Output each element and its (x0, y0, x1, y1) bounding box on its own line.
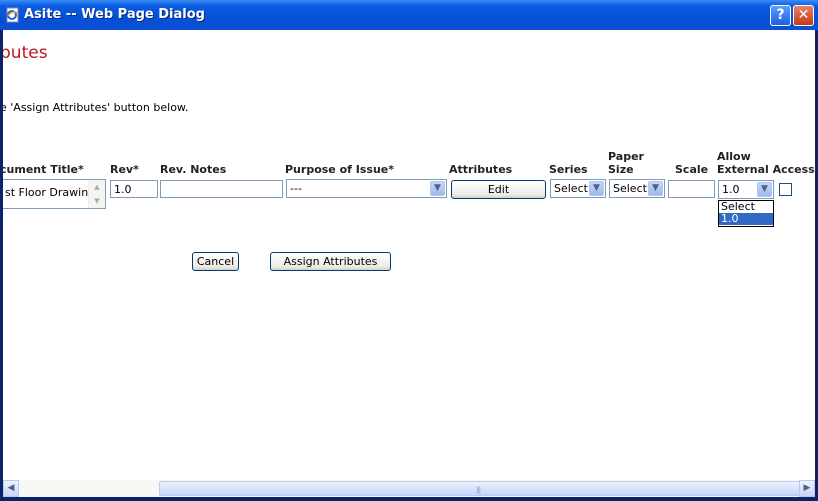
chevron-down-icon[interactable]: ▼ (430, 181, 445, 196)
scroll-thumb[interactable]: ||| (159, 481, 807, 496)
header-document-title: cument Title* (3, 163, 84, 176)
scale-input[interactable] (668, 180, 715, 198)
document-title-textarea[interactable]: st Floor Drawing ▲ ▼ (3, 179, 106, 209)
header-paper-size-line1: Paper (608, 150, 644, 163)
close-button[interactable]: ✕ (793, 5, 814, 26)
textarea-scrollbar[interactable]: ▲ ▼ (88, 180, 105, 208)
ie-page-icon (6, 7, 19, 23)
header-allow-line2: External Access (717, 163, 815, 176)
header-paper-size-line2: Size (608, 163, 634, 176)
assign-attributes-button[interactable]: Assign Attributes (270, 252, 391, 271)
chevron-down-icon[interactable]: ▼ (648, 181, 663, 196)
header-allow-external-access: Allow External Access (717, 150, 815, 176)
allow-value: 1.0 (722, 183, 740, 196)
chevron-down-icon[interactable]: ▼ (757, 182, 772, 197)
paper-size-value: Select (613, 182, 647, 195)
window-title: Asite -- Web Page Dialog (24, 7, 205, 22)
header-allow-line1: Allow (717, 150, 751, 163)
header-rev-notes: Rev. Notes (160, 163, 227, 176)
instruction-text: e 'Assign Attributes' button below. (3, 101, 189, 114)
window-frame (0, 497, 818, 501)
allow-external-access-select[interactable]: 1.0 ▼ (718, 180, 774, 199)
allow-dropdown-list[interactable]: Select 1.0 (718, 200, 774, 227)
purpose-of-issue-select[interactable]: --- ▼ (286, 179, 447, 198)
purpose-value: --- (290, 182, 302, 195)
allow-external-access-checkbox[interactable] (779, 183, 792, 196)
document-title-value: st Floor Drawing (5, 186, 96, 199)
series-select[interactable]: Select ▼ (550, 179, 606, 198)
header-rev: Rev* (110, 163, 139, 176)
header-purpose-of-issue: Purpose of Issue* (285, 163, 394, 176)
scroll-right-icon[interactable]: ▶ (799, 480, 815, 497)
header-series: Series (549, 163, 588, 176)
scroll-left-icon[interactable]: ◀ (3, 480, 19, 497)
title-bar: Asite -- Web Page Dialog ? ✕ (0, 0, 818, 30)
dropdown-option-1-0[interactable]: 1.0 (719, 213, 773, 225)
series-value: Select (554, 182, 588, 195)
header-scale: Scale (675, 163, 709, 176)
page-heading: butes (3, 43, 48, 63)
header-paper-size: Paper Size (608, 150, 644, 176)
rev-notes-input[interactable] (160, 180, 283, 198)
cancel-button[interactable]: Cancel (192, 252, 239, 271)
horizontal-scrollbar[interactable]: ◀ ||| ▶ (3, 480, 815, 497)
header-attributes: Attributes (449, 163, 513, 176)
help-button[interactable]: ? (770, 5, 791, 26)
chevron-down-icon[interactable]: ▼ (589, 181, 604, 196)
grip-icon: ||| (476, 486, 481, 494)
scroll-up-icon[interactable]: ▲ (89, 180, 105, 194)
rev-input[interactable]: 1.0 (110, 180, 158, 198)
dialog-content: butes e 'Assign Attributes' button below… (3, 30, 815, 480)
edit-attributes-button[interactable]: Edit (451, 180, 546, 199)
scroll-down-icon[interactable]: ▼ (89, 194, 105, 208)
paper-size-select[interactable]: Select ▼ (609, 179, 665, 198)
